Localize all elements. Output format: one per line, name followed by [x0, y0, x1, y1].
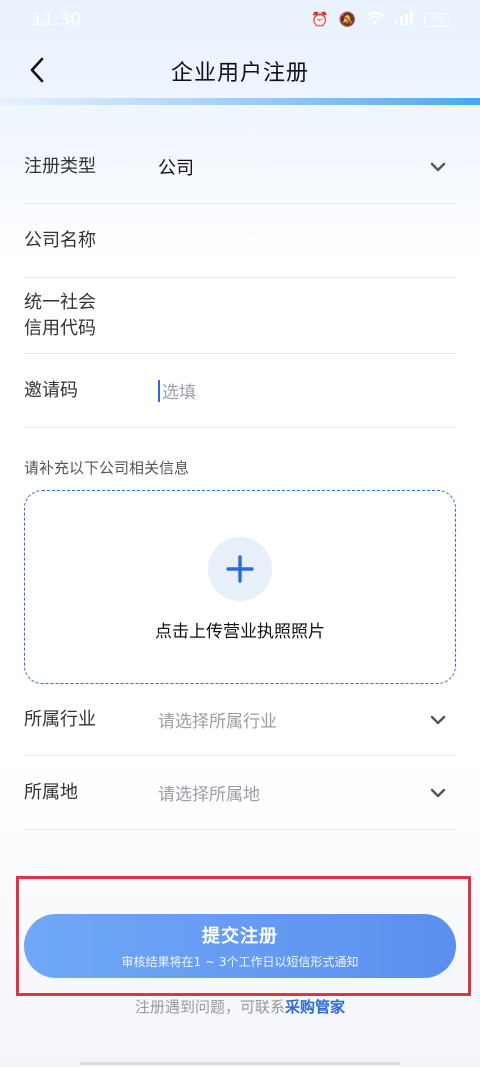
supplement-hint: 请补充以下公司相关信息: [24, 459, 190, 477]
location-label: 所属地: [24, 781, 78, 803]
status-bar: 11:30 ⏰ 🔕 30: [0, 0, 480, 40]
credit-code-label-line2: 信用代码: [24, 317, 96, 339]
location-select[interactable]: 所属地 请选择所属地: [24, 756, 456, 830]
industry-select[interactable]: 所属行业 请选择所属行业: [24, 684, 456, 756]
invite-code-field[interactable]: 邀请码 选填: [24, 354, 456, 428]
chevron-left-icon: [30, 57, 44, 83]
wifi-icon: [366, 11, 384, 29]
chevron-down-icon: [430, 715, 446, 724]
contact-link[interactable]: 采购管家: [285, 998, 345, 1016]
register-type-select[interactable]: 注册类型 公司: [24, 130, 456, 204]
alarm-icon: ⏰: [311, 12, 329, 28]
submit-label: 提交注册: [202, 926, 278, 947]
location-placeholder: 请选择所属地: [158, 785, 260, 805]
invite-code-placeholder: 选填: [162, 383, 196, 403]
upload-license-button[interactable]: 点击上传营业执照照片: [24, 490, 456, 684]
submit-button[interactable]: 提交注册 审核结果将在1 ~ 3个工作日以短信形式通知: [24, 914, 456, 978]
status-icons: ⏰ 🔕 30: [311, 11, 450, 29]
industry-label: 所属行业: [24, 708, 96, 730]
register-type-value: 公司: [158, 157, 194, 179]
chevron-down-icon: [430, 788, 446, 797]
header-gradient-bar: [0, 98, 480, 105]
industry-placeholder: 请选择所属行业: [158, 712, 277, 732]
chevron-down-icon: [430, 162, 446, 171]
credit-code-label: 统一社会 信用代码: [24, 290, 158, 342]
signal-icon: [394, 11, 414, 29]
company-name-label: 公司名称: [24, 229, 96, 251]
credit-code-field[interactable]: 统一社会 信用代码: [24, 278, 456, 354]
invite-code-label: 邀请码: [24, 379, 78, 401]
header: 企业用户注册: [0, 42, 480, 100]
credit-code-label-line1: 统一社会: [24, 291, 96, 313]
contact-text: 注册遇到问题，可联系采购管家: [0, 996, 480, 1017]
contact-prefix: 注册遇到问题，可联系: [134, 998, 285, 1016]
battery-icon: 30: [424, 13, 450, 27]
register-type-label: 注册类型: [24, 155, 96, 177]
back-button[interactable]: [22, 52, 52, 88]
registration-form: 注册类型 公司 公司名称 统一社会 信用代码 邀请码 选填: [24, 130, 456, 428]
text-cursor: [158, 379, 160, 402]
home-indicator: [80, 1062, 400, 1065]
submit-note: 审核结果将在1 ~ 3个工作日以短信形式通知: [121, 955, 359, 969]
registration-screen: 11:30 ⏰ 🔕 30 企业用户注册 注册类型 公司 公司名称 统一社会 信用…: [0, 0, 480, 1067]
plus-icon: [208, 537, 272, 601]
page-title: 企业用户注册: [170, 61, 309, 86]
upload-label: 点击上传营业执照照片: [155, 622, 325, 642]
status-time: 11:30: [32, 10, 81, 30]
company-name-field[interactable]: 公司名称: [24, 204, 456, 278]
registration-form-2: 所属行业 请选择所属行业 所属地 请选择所属地: [24, 684, 456, 830]
mute-icon: 🔕: [338, 12, 356, 28]
